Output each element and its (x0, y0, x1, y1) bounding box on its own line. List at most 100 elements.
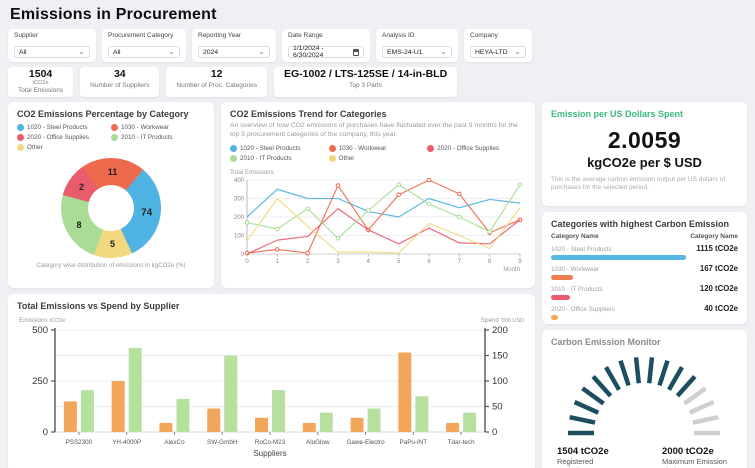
kpi-value: EG-1002 / LTS-125SE / 14-in-BLD (284, 69, 447, 81)
kpi-unit: tCO2e (18, 81, 63, 87)
procurement-category-select[interactable]: All ⌄ (108, 46, 180, 58)
calendar-icon (353, 49, 359, 56)
legend-item[interactable]: Other (329, 155, 428, 162)
legend-label: 2020 - Office Supplies (437, 145, 499, 152)
chevron-down-icon: ⌄ (168, 49, 175, 55)
legend-item[interactable]: 1030 - Workwear (111, 124, 205, 131)
legend-swatch-icon (111, 124, 118, 131)
panel-carbon-emission-monitor: Carbon Emission Monitor 1504 tCO2e Regis… (542, 330, 747, 468)
selected-value: All (113, 49, 121, 56)
category-row: 2010 - IT Products120 tCO2e (551, 284, 738, 300)
filter-date-range: Date Range 1/1/2024 - 6/30/2024 (282, 29, 370, 62)
legend-item[interactable]: 1020 - Steel Products (230, 145, 329, 152)
kpi-number-of-suppliers: 34 Number of Suppliers (80, 67, 159, 97)
donut-value-label: 11 (108, 167, 118, 177)
panel-emissions-trend: CO2 Emissions Trend for Categories An ov… (221, 102, 535, 288)
donut-chart: 7411285 (61, 158, 161, 258)
kpi-label: Number of Suppliers (90, 82, 149, 89)
svg-text:5: 5 (397, 259, 401, 265)
bar-axis-labels: Emissions tCO2e Spend '000 USD (19, 317, 524, 324)
kpi-row: 1504 tCO2e Total Emissions 34 Number of … (8, 67, 747, 97)
kpi-label: Total Emissions (18, 87, 63, 94)
svg-text:200: 200 (234, 215, 245, 221)
donut-value-label: 74 (141, 207, 152, 218)
date-range-picker[interactable]: 1/1/2024 - 6/30/2024 (288, 46, 364, 58)
donut-hole (88, 185, 134, 231)
chevron-down-icon: ⌄ (514, 49, 521, 55)
column-header-left: Category Name (551, 233, 599, 240)
svg-text:0: 0 (241, 252, 245, 258)
trend-line-chart: 01002003004000123456789Month (230, 176, 524, 272)
svg-text:100: 100 (492, 376, 508, 387)
svg-text:100: 100 (234, 233, 245, 239)
category-name: 1030 - Workwear (551, 266, 599, 273)
svg-text:RoCo-M23: RoCo-M23 (255, 439, 286, 446)
panel-title: CO2 Emissions Percentage by Category (17, 109, 205, 119)
kpi-total-emissions: 1504 tCO2e Total Emissions (8, 67, 73, 97)
legend-swatch-icon (17, 144, 24, 151)
category-bar (551, 275, 573, 280)
panel-title: Categories with highest Carbon Emission (551, 219, 738, 229)
legend-item[interactable]: 2020 - Office Supplies (17, 134, 111, 141)
selected-value: EMS-24-U1 (387, 49, 423, 56)
legend-swatch-icon (329, 145, 336, 152)
panel-emission-per-usd: Emission per US Dollars Spent 2.0059 kgC… (542, 102, 747, 206)
emission-per-usd-value: 2.0059 (551, 127, 738, 154)
filter-reporting-year: Reporting Year 2024 ⌄ (192, 29, 276, 62)
svg-text:150: 150 (492, 351, 508, 362)
category-bar (551, 315, 558, 320)
filter-label: Analysis ID (382, 32, 452, 46)
svg-text:250: 250 (32, 376, 48, 387)
kpi-label: Number of Proc. Categories (176, 82, 257, 89)
chevron-down-icon: ⌄ (78, 49, 85, 55)
emission-per-usd-unit: kgCO2e per $ USD (551, 155, 738, 170)
panel-emissions-by-category: CO2 Emissions Percentage by Category 102… (8, 102, 214, 288)
legend-swatch-icon (427, 145, 434, 152)
category-row: 1030 - Workwear167 tCO2e (551, 264, 738, 280)
main-grid: CO2 Emissions Percentage by Category 102… (8, 102, 747, 468)
registered-emissions-label: 1504 tCO2e Registered Emissions (557, 446, 617, 468)
legend-label: 2010 - IT Products (240, 155, 292, 162)
company-select[interactable]: HEYA-LTD ⌄ (470, 46, 526, 58)
column-header-right: Category Name (690, 233, 738, 240)
legend-label: 1030 - Workwear (339, 145, 387, 152)
legend-item[interactable]: 1020 - Steel Products (17, 124, 111, 131)
svg-text:Tdar-tech: Tdar-tech (448, 439, 475, 446)
filter-procurement-category: Procurement Category All ⌄ (102, 29, 186, 62)
legend-label: 1020 - Steel Products (240, 145, 301, 152)
svg-text:200: 200 (492, 325, 508, 336)
supplier-select[interactable]: All ⌄ (14, 46, 90, 58)
dashboard: Emissions in Procurement Supplier All ⌄ … (0, 0, 755, 468)
supplier-bar-chart: 0501001502000250500PSS2300YH-4000PAlexCo… (17, 324, 524, 459)
category-row: 2020 - Office Suppliers40 tCO2e (551, 304, 738, 320)
svg-text:PaPu-INT: PaPu-INT (400, 439, 428, 446)
donut-caption: Category wise distribution of emissions … (17, 262, 205, 269)
legend-item[interactable]: 2010 - IT Products (111, 134, 205, 141)
donut-value-label: 2 (79, 182, 84, 192)
reporting-year-select[interactable]: 2024 ⌄ (198, 46, 270, 58)
svg-text:0: 0 (43, 427, 48, 438)
kpi-value: 1504 (18, 69, 63, 81)
maximum-emission-limit-label: 2000 tCO2e Maximum Emission Limit (662, 446, 732, 468)
donut-legend: 1020 - Steel Products1030 - Workwear2020… (17, 124, 205, 154)
filter-supplier: Supplier All ⌄ (8, 29, 96, 62)
legend-item[interactable]: 1030 - Workwear (329, 145, 428, 152)
svg-text:Gawe-Electro: Gawe-Electro (346, 439, 385, 446)
svg-text:2: 2 (306, 259, 310, 265)
svg-text:AluGlow: AluGlow (306, 439, 330, 446)
legend-item[interactable]: Other (17, 144, 111, 151)
svg-text:Month: Month (503, 267, 520, 272)
y-axis-label: Total Emissions (230, 169, 526, 176)
svg-text:0: 0 (245, 259, 249, 265)
panel-title: Total Emissions vs Spend by Supplier (17, 301, 526, 311)
filter-label: Company (470, 32, 526, 46)
gauge-labels: 1504 tCO2e Registered Emissions 2000 tCO… (551, 446, 738, 468)
right-axis-label: Spend '000 USD (481, 317, 524, 324)
legend-item[interactable]: 2010 - IT Products (230, 155, 329, 162)
legend-item[interactable]: 2020 - Office Supplies (427, 145, 526, 152)
category-name: 2020 - Office Suppliers (551, 306, 615, 313)
category-row: 1020 - Steel Products1115 tCO2e (551, 244, 738, 260)
category-bar (551, 295, 570, 300)
analysis-id-select[interactable]: EMS-24-U1 ⌄ (382, 46, 452, 58)
donut-value-label: 8 (77, 220, 82, 230)
